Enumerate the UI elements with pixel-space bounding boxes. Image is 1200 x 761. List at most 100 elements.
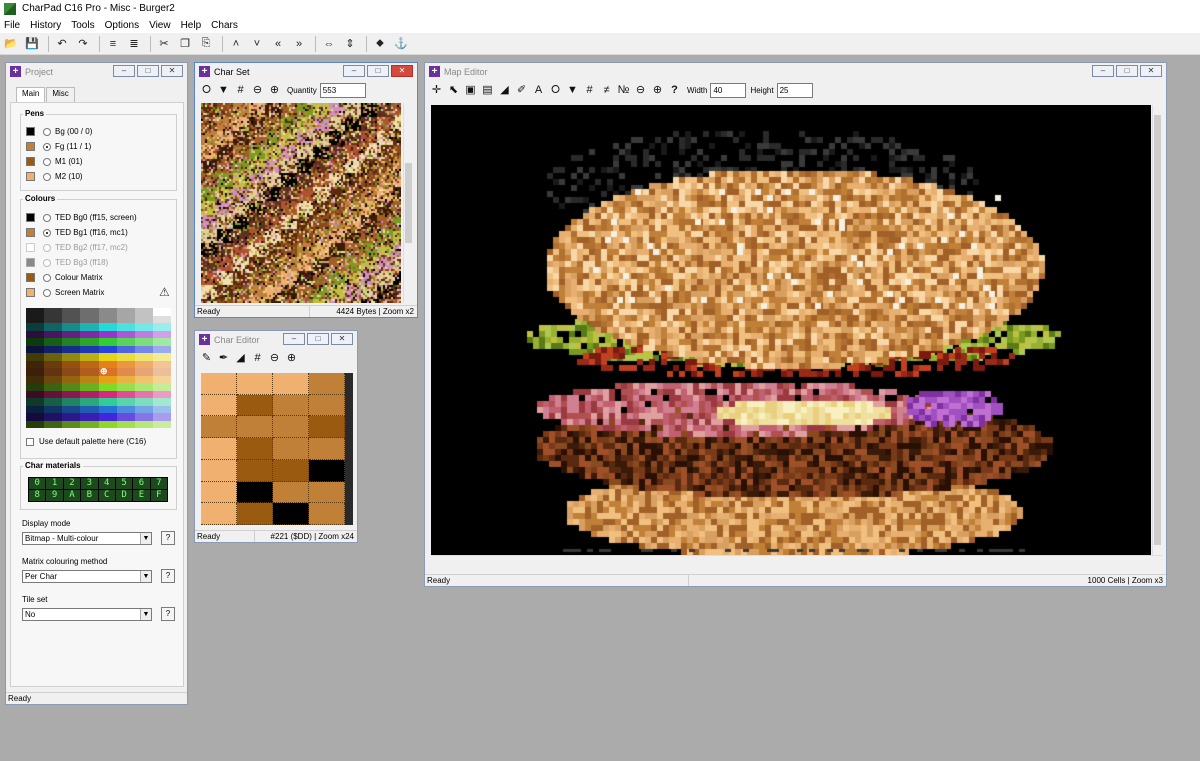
palette-cell[interactable] [116,315,135,323]
palette-cell[interactable] [152,405,171,413]
palette-cell[interactable] [26,315,45,323]
close-button[interactable]: ✕ [391,65,413,77]
palette-cell[interactable] [62,375,81,383]
palette-cell[interactable] [80,405,99,413]
colour-matrix[interactable]: Colour Matrix [26,272,103,283]
material-cell[interactable]: B [81,490,98,501]
material-cell[interactable]: A [63,490,81,501]
palette-cell[interactable] [134,308,153,316]
menu-history[interactable]: History [30,20,61,31]
char-pixel[interactable] [309,459,345,482]
mask-icon[interactable]: ▼ [564,82,581,98]
minimize-button[interactable]: ‒ [1092,65,1114,77]
radio[interactable] [43,228,51,237]
cut-icon[interactable]: ✂ [155,35,173,53]
colour-ted-bg1[interactable]: TED Bg1 (ff16, mc1) [26,227,128,238]
material-cell[interactable]: C [98,490,115,501]
palette-cell[interactable] [80,368,99,376]
zoom-out-icon[interactable]: ⊖ [266,350,283,366]
chareditor-scrollbar[interactable] [345,373,353,525]
char-pixel[interactable] [273,503,309,525]
menu-tools[interactable]: Tools [71,20,94,31]
paste-icon[interactable]: ⎘ [197,35,215,53]
palette-cell[interactable] [80,308,99,316]
palette-cell[interactable] [44,383,63,391]
chevron-down-icon[interactable]: ▼ [140,533,151,544]
chevron-down-icon[interactable]: ▼ [140,571,151,582]
material-cell[interactable]: 2 [63,478,81,489]
palette-cell[interactable] [134,405,153,413]
palette-cell[interactable] [98,405,117,413]
numbers-icon[interactable]: № [615,82,632,98]
material-cell[interactable]: 9 [46,490,63,501]
zoom-out-icon[interactable]: ⊖ [249,82,266,98]
materials-grid[interactable]: 01234567 89ABCDEF [28,477,168,502]
char-pixel[interactable] [237,438,273,460]
palette-cell[interactable] [152,398,171,406]
palette-cell[interactable] [80,360,99,368]
select-block-icon[interactable]: ▣ [462,82,479,98]
palette-cell[interactable] [116,375,135,383]
palette-cell[interactable] [62,413,81,421]
palette-cell[interactable] [152,383,171,391]
palette-cell[interactable] [80,413,99,421]
palette-cell[interactable] [116,383,135,391]
palette-cell[interactable] [44,330,63,338]
grid-fine-icon[interactable]: ≠ [598,82,615,98]
palette-cell[interactable] [116,308,135,316]
palette-cell[interactable] [62,405,81,413]
close-button[interactable]: ✕ [331,333,353,345]
map-scrollbar-vertical[interactable] [1152,105,1162,555]
palette-cell[interactable] [26,330,45,338]
palette-cell[interactable] [152,315,171,323]
copy-icon[interactable]: ❐ [176,35,194,53]
palette-cell[interactable] [98,413,117,421]
palette-cell[interactable] [134,315,153,323]
palette-cell[interactable] [62,308,81,316]
palette-cell[interactable] [98,315,117,323]
material-cell[interactable]: 4 [98,478,115,489]
text-icon[interactable]: A [530,82,547,98]
palette-cell[interactable] [152,390,171,398]
palette-cell[interactable] [62,420,81,428]
minimize-button[interactable]: ‒ [113,65,135,77]
material-cell[interactable]: 7 [150,478,167,489]
palette-cell[interactable] [26,420,45,428]
pen-m2[interactable]: M2 (10) [26,171,83,182]
palette-cell[interactable] [80,375,99,383]
fill-icon[interactable]: ◢ [232,350,249,366]
pencil-plus-icon[interactable]: ✒ [215,350,232,366]
palette-cell[interactable] [98,398,117,406]
palette-cell[interactable] [44,398,63,406]
palette-cell[interactable] [116,323,135,331]
grid-icon[interactable]: # [581,82,598,98]
palette-cell[interactable] [44,420,63,428]
palette-cell[interactable] [26,360,45,368]
matrix-colouring-select[interactable]: Per Char ▼ [22,570,152,583]
palette-cell[interactable] [116,330,135,338]
palette-cell[interactable] [152,360,171,368]
palette-cell[interactable] [80,353,99,361]
char-pixel[interactable] [201,438,237,460]
char-pixel[interactable] [273,373,309,395]
palette-cell[interactable] [80,338,99,346]
char-pixel[interactable] [237,481,273,504]
palette-cell[interactable] [44,375,63,383]
display-mode-help-button[interactable]: ? [161,531,175,545]
palette-cell[interactable] [26,375,45,383]
pen-bg[interactable]: Bg (00 / 0) [26,126,92,137]
palette-cell[interactable] [134,323,153,331]
palette-cell[interactable] [134,390,153,398]
palette-cell[interactable] [26,383,45,391]
palette-cell[interactable] [134,420,153,428]
palette-cell[interactable] [80,330,99,338]
quantity-input[interactable]: 553 [319,82,366,98]
palette-cell[interactable] [26,398,45,406]
palette-cell[interactable] [134,345,153,353]
material-cell[interactable]: 1 [46,478,63,489]
radio[interactable] [43,157,51,166]
char-pixel[interactable] [273,416,309,439]
tab-misc[interactable]: Misc [46,87,75,102]
minimize-button[interactable]: ‒ [283,333,305,345]
radio[interactable] [43,273,51,282]
